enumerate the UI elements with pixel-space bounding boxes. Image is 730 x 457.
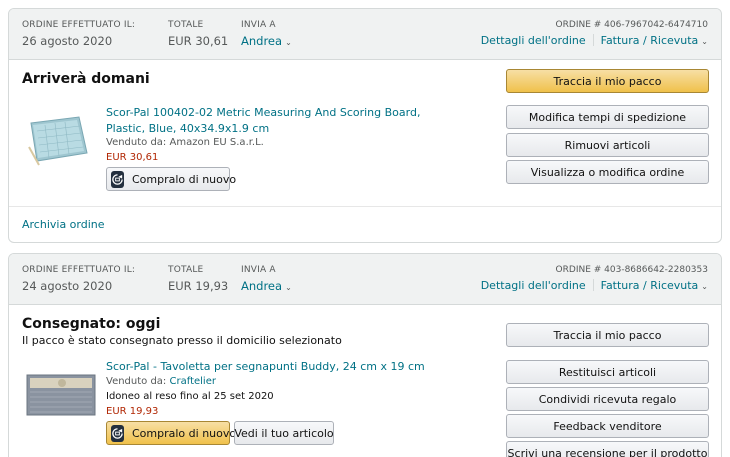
buy-again-label: Compralo di nuovo [132,426,237,440]
remove-items-button[interactable]: Rimuovi articoli [506,133,709,157]
link-divider [592,34,594,46]
track-package-button[interactable]: Traccia il mio pacco [506,69,709,93]
item-price: EUR 19,93 [106,406,159,417]
seller-info: Venduto da: Craftelier [106,376,216,387]
write-review-button[interactable]: Scrivi una recensione per il prodotto [506,441,709,457]
ship-to-dropdown[interactable]: Andrea ⌄ [241,279,292,293]
order-total-value: EUR 19,93 [168,279,229,293]
seller-name-link[interactable]: Craftelier [170,376,216,387]
invoice-link-label: Fattura / Ricevuta [600,279,699,292]
order-number: ORDINE # 403-8686642-2280353 [555,265,708,275]
ship-to-name: Andrea [241,34,283,48]
order-total-label: TOTALE [168,265,204,275]
delivery-status: Arriverà domani [22,71,150,87]
product-title-link[interactable]: Scor-Pal - Tavoletta per segnapunti Budd… [106,359,486,375]
order-placed-label: ORDINE EFFETTUATO IL: [22,265,136,275]
order-details-link[interactable]: Dettagli dell'ordine [481,279,586,292]
chevron-down-icon: ⌄ [285,38,292,47]
chevron-down-icon: ⌄ [701,282,708,291]
order-header: ORDINE EFFETTUATO IL: 24 agosto 2020 TOT… [9,254,721,305]
seller-prefix: Venduto da: [106,376,167,387]
ship-to-label: INVIA A [241,20,276,30]
product-image[interactable] [26,370,96,418]
chevron-down-icon: ⌄ [701,37,708,46]
order-number: ORDINE # 406-7967042-6474710 [555,20,708,30]
view-item-button[interactable]: Vedi il tuo articolo [234,421,334,445]
order-placed-label: ORDINE EFFETTUATO IL: [22,20,136,30]
buy-again-button[interactable]: Compralo di nuovo [106,421,236,445]
order-card: ORDINE EFFETTUATO IL: 26 agosto 2020 TOT… [8,8,722,243]
order-placed-date: 24 agosto 2020 [22,279,113,293]
link-divider [592,279,594,291]
order-total-label: TOTALE [168,20,204,30]
item-price: EUR 30,61 [106,152,159,163]
ship-to-dropdown[interactable]: Andrea ⌄ [241,34,292,48]
archive-order-link[interactable]: Archivia ordine [22,218,105,231]
delivery-status: Consegnato: oggi [22,316,161,332]
invoice-link-label: Fattura / Ricevuta [600,34,699,47]
track-package-button[interactable]: Traccia il mio pacco [506,323,709,347]
seller-prefix: Venduto da: [106,137,167,148]
order-placed-date: 26 agosto 2020 [22,34,113,48]
invoice-dropdown[interactable]: Fattura / Ricevuta ⌄ [601,34,708,47]
chevron-down-icon: ⌄ [285,283,292,292]
share-gift-receipt-button[interactable]: Condividi ricevuta regalo [506,387,709,411]
product-image[interactable] [25,113,91,169]
return-eligibility: Idoneo al reso fino al 25 set 2020 [106,391,274,402]
delivery-status-detail: Il pacco è stato consegnato presso il do… [22,334,342,347]
order-header: ORDINE EFFETTUATO IL: 26 agosto 2020 TOT… [9,9,721,60]
seller-name: Amazon EU S.a.r.L. [169,137,264,148]
ship-to-label: INVIA A [241,265,276,275]
product-title-link[interactable]: Scor-Pal 100402-02 Metric Measuring And … [106,105,446,137]
order-details-link[interactable]: Dettagli dell'ordine [481,34,586,47]
reorder-icon [111,170,124,188]
order-links: Dettagli dell'ordine Fattura / Ricevuta ⌄ [481,34,708,47]
buy-again-label: Compralo di nuovo [132,172,237,186]
order-card: ORDINE EFFETTUATO IL: 24 agosto 2020 TOT… [8,253,722,457]
change-delivery-button[interactable]: Modifica tempi di spedizione [506,105,709,129]
invoice-dropdown[interactable]: Fattura / Ricevuta ⌄ [601,279,708,292]
view-edit-order-button[interactable]: Visualizza o modifica ordine [506,160,709,184]
card-divider [9,206,721,207]
reorder-icon [111,424,124,442]
ship-to-name: Andrea [241,279,283,293]
seller-feedback-button[interactable]: Feedback venditore [506,414,709,438]
return-items-button[interactable]: Restituisci articoli [506,360,709,384]
order-total-value: EUR 30,61 [168,34,229,48]
seller-info: Venduto da: Amazon EU S.a.r.L. [106,137,264,148]
order-links: Dettagli dell'ordine Fattura / Ricevuta ⌄ [481,279,708,292]
buy-again-button[interactable]: Compralo di nuovo [106,167,236,191]
